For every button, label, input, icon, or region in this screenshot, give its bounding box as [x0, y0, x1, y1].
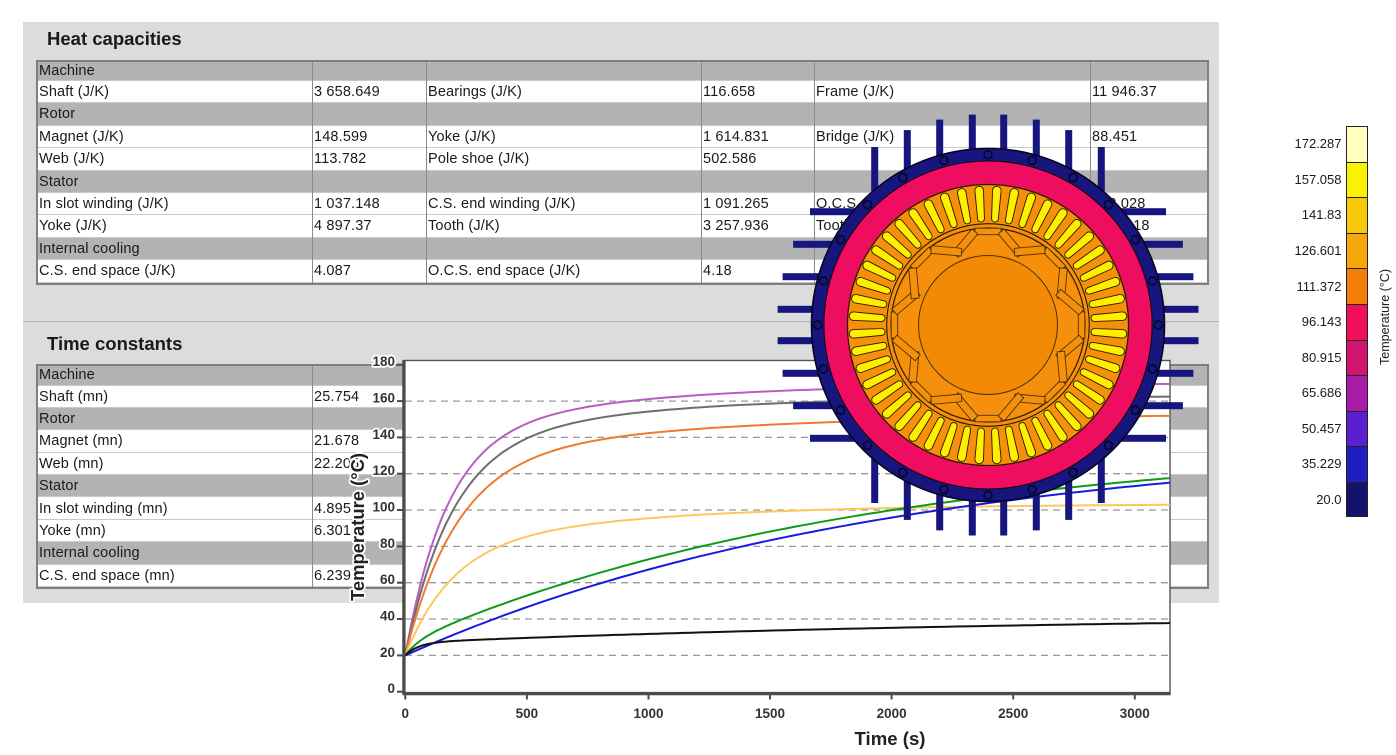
svg-text:1000: 1000: [633, 706, 663, 721]
svg-text:120: 120: [372, 463, 395, 478]
svg-text:1500: 1500: [755, 706, 785, 721]
svg-text:60: 60: [380, 572, 395, 587]
svg-text:160: 160: [372, 391, 395, 406]
svg-text:2500: 2500: [998, 706, 1028, 721]
svg-text:500: 500: [516, 706, 539, 721]
svg-text:3000: 3000: [1120, 706, 1150, 721]
svg-text:0: 0: [387, 681, 395, 696]
svg-text:0: 0: [402, 706, 410, 721]
svg-text:Temperature (°C): Temperature (°C): [347, 453, 368, 601]
svg-text:20: 20: [380, 645, 395, 660]
svg-text:40: 40: [380, 609, 395, 624]
svg-text:100: 100: [372, 500, 395, 515]
svg-text:Time (s): Time (s): [855, 728, 926, 749]
svg-text:180: 180: [372, 354, 395, 369]
svg-text:2000: 2000: [877, 706, 907, 721]
svg-text:140: 140: [372, 427, 395, 442]
svg-text:80: 80: [380, 536, 395, 551]
